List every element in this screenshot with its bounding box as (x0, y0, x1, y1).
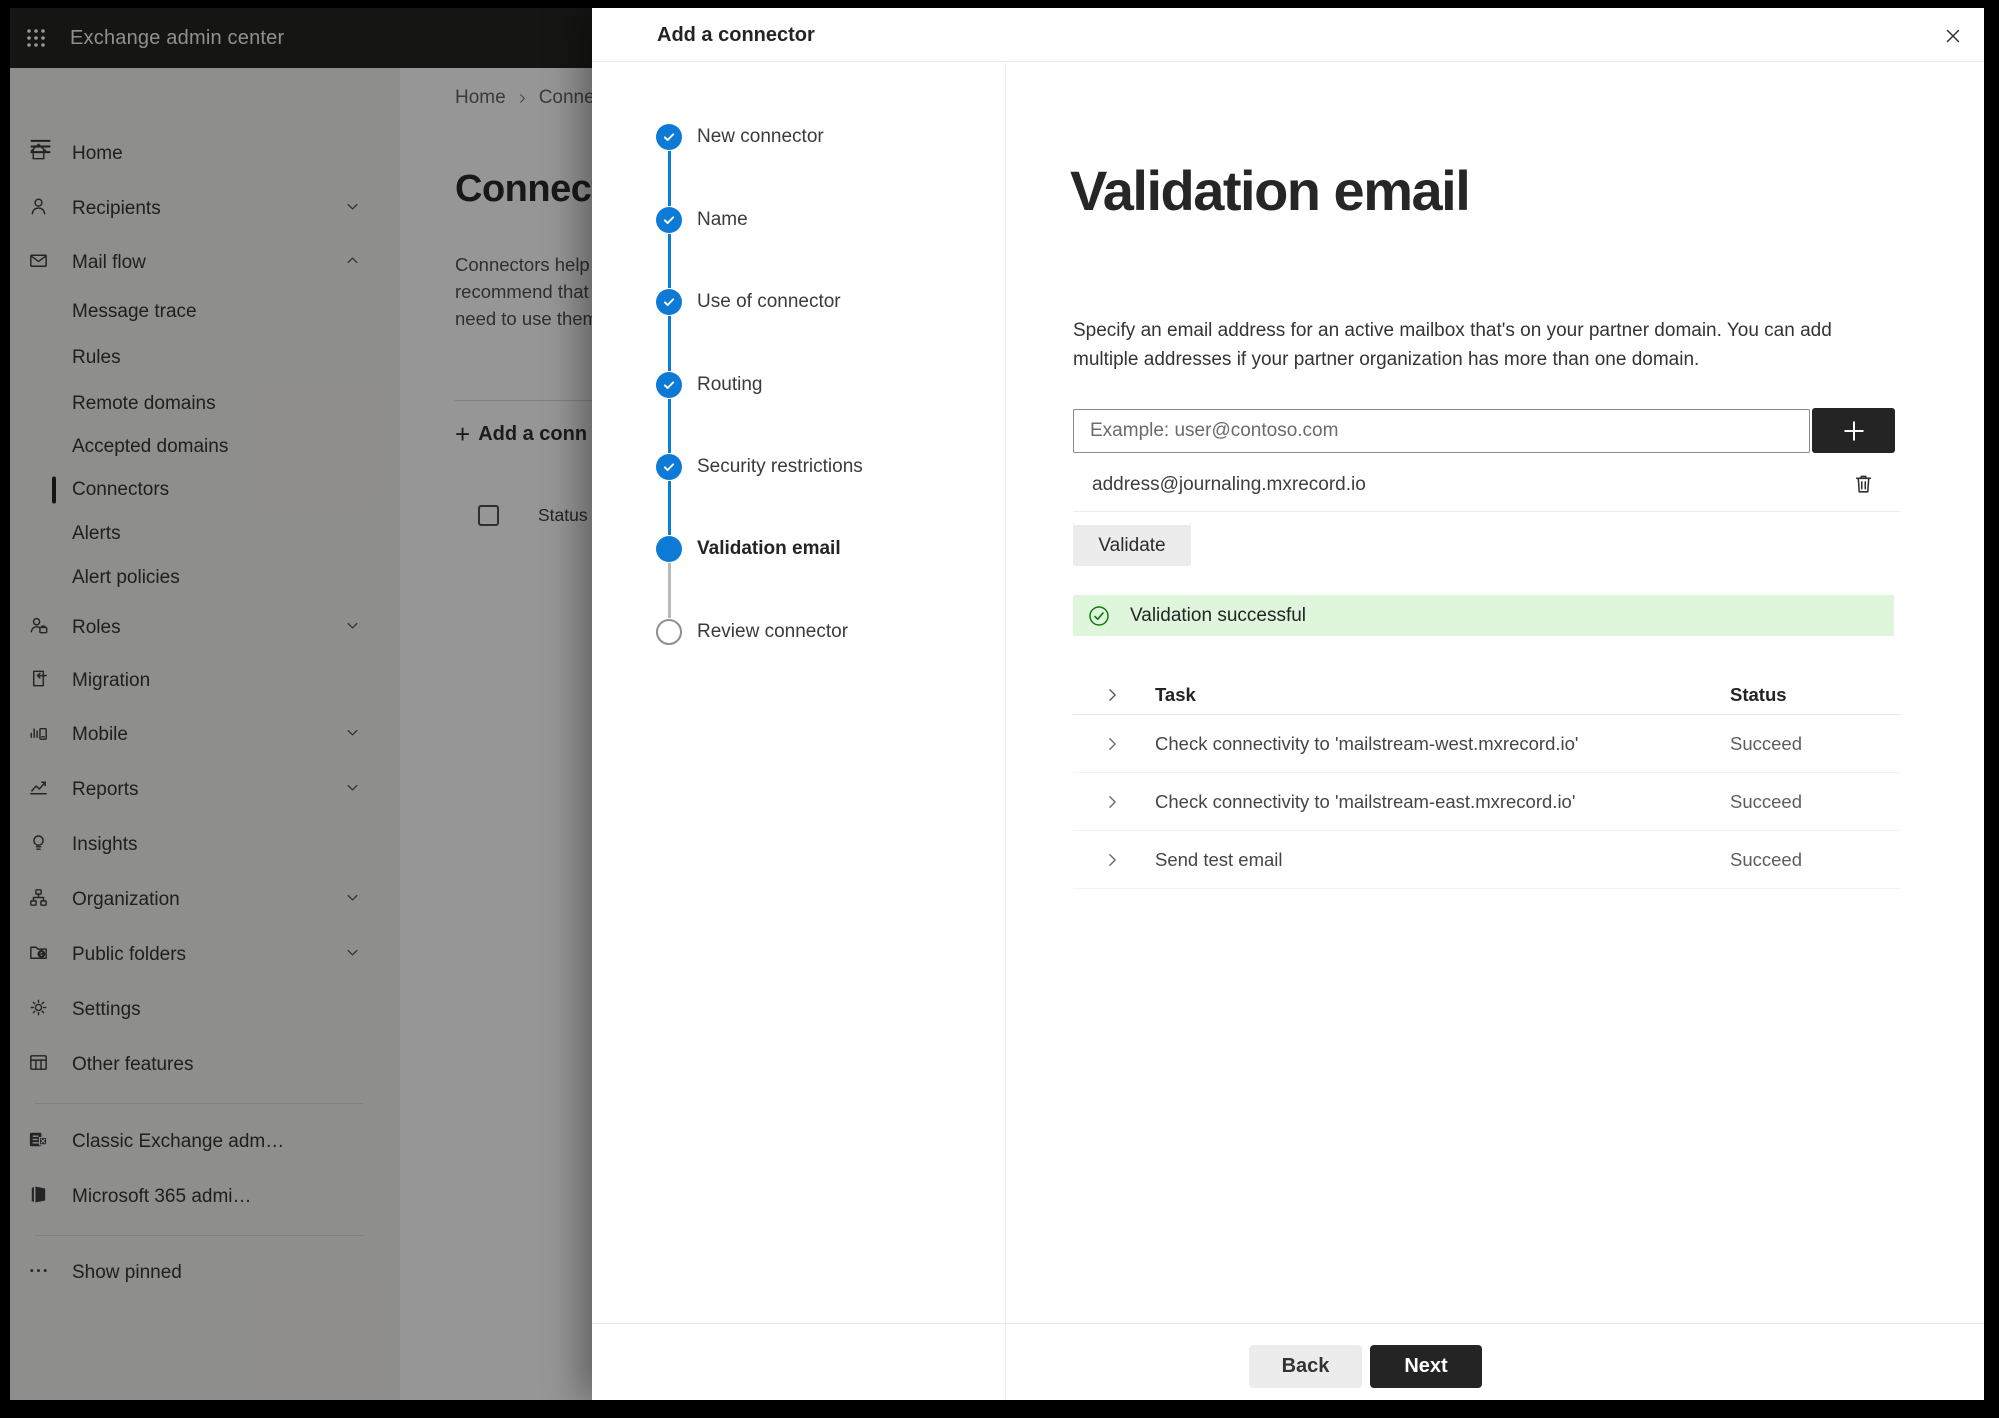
next-button[interactable]: Next (1370, 1345, 1482, 1388)
table-row[interactable]: Send test email Succeed (1073, 831, 1900, 889)
wizard-step-name: Name (592, 198, 1005, 242)
wizard-step-routing: Routing (592, 363, 1005, 407)
step-check-icon (656, 124, 682, 150)
task-cell: Send test email (1155, 848, 1283, 870)
wizard-step-label: Use of connector (697, 291, 841, 312)
banner-text: Validation successful (1130, 604, 1307, 626)
wizard-step-label: New connector (697, 126, 824, 147)
added-address: address@journaling.mxrecord.io (1092, 474, 1366, 495)
wizard-step-review-connector: Review connector (592, 610, 1005, 654)
chevron-right-icon[interactable] (1102, 791, 1123, 812)
dialog-title: Add a connector (657, 24, 815, 46)
task-cell: Check connectivity to 'mailstream-east.m… (1155, 790, 1576, 812)
chevron-right-icon[interactable] (1102, 733, 1123, 754)
chevron-right-icon[interactable] (1102, 685, 1123, 706)
wizard-step-label: Security restrictions (697, 456, 863, 477)
wizard-step-label: Name (697, 209, 748, 230)
status-cell: Succeed (1730, 848, 1802, 870)
validation-success-banner: Validation successful (1073, 595, 1894, 636)
address-divider (1073, 511, 1900, 512)
task-cell: Check connectivity to 'mailstream-west.m… (1155, 732, 1579, 754)
wizard-step-validation-email: Validation email (592, 527, 1005, 571)
success-check-icon (1087, 604, 1111, 628)
validation-results-table: Task Status Check connectivity to 'mailstr… (1073, 676, 1900, 889)
footer-divider (592, 1323, 1984, 1324)
add-connector-dialog: Add a connector New connector Name Use of … (592, 8, 1984, 1400)
step-check-icon (656, 372, 682, 398)
table-row[interactable]: Check connectivity to 'mailstream-east.m… (1073, 773, 1900, 831)
status-column-header: Status (1730, 684, 1787, 705)
step-check-icon (656, 454, 682, 480)
table-row[interactable]: Check connectivity to 'mailstream-west.m… (1073, 715, 1900, 773)
steps-divider (1005, 63, 1006, 1400)
status-cell: Succeed (1730, 732, 1802, 754)
step-upcoming-icon (656, 619, 682, 645)
validate-button[interactable]: Validate (1073, 525, 1191, 566)
wizard-step-label: Review connector (697, 621, 849, 642)
added-address-row: address@journaling.mxrecord.io (1073, 464, 1900, 506)
task-column-header: Task (1155, 684, 1196, 705)
add-email-button[interactable] (1812, 408, 1895, 453)
step-check-icon (656, 289, 682, 315)
dialog-header: Add a connector (592, 8, 1984, 62)
trash-icon[interactable] (1846, 468, 1880, 502)
close-icon[interactable] (1936, 20, 1970, 54)
status-cell: Succeed (1730, 790, 1802, 812)
wizard-step-new-connector: New connector (592, 115, 1005, 159)
step-current-icon (656, 536, 682, 562)
back-button[interactable]: Back (1249, 1345, 1362, 1388)
table-header-row: Task Status (1073, 676, 1900, 715)
wizard-step-label: Routing (697, 374, 763, 395)
validation-email-input[interactable] (1073, 409, 1810, 453)
wizard-step-heading: Validation email (1070, 159, 1471, 222)
step-check-icon (656, 207, 682, 233)
wizard-step-label: Validation email (697, 538, 841, 559)
chevron-right-icon[interactable] (1102, 849, 1123, 870)
wizard-step-security-restrictions: Security restrictions (592, 445, 1005, 489)
wizard-step-description: Specify an email address for an active m… (1073, 320, 1832, 370)
wizard-step-use-of-connector: Use of connector (592, 280, 1005, 324)
screenshot-frame: Exchange admin center Home Recipients Mail… (0, 0, 1999, 1418)
